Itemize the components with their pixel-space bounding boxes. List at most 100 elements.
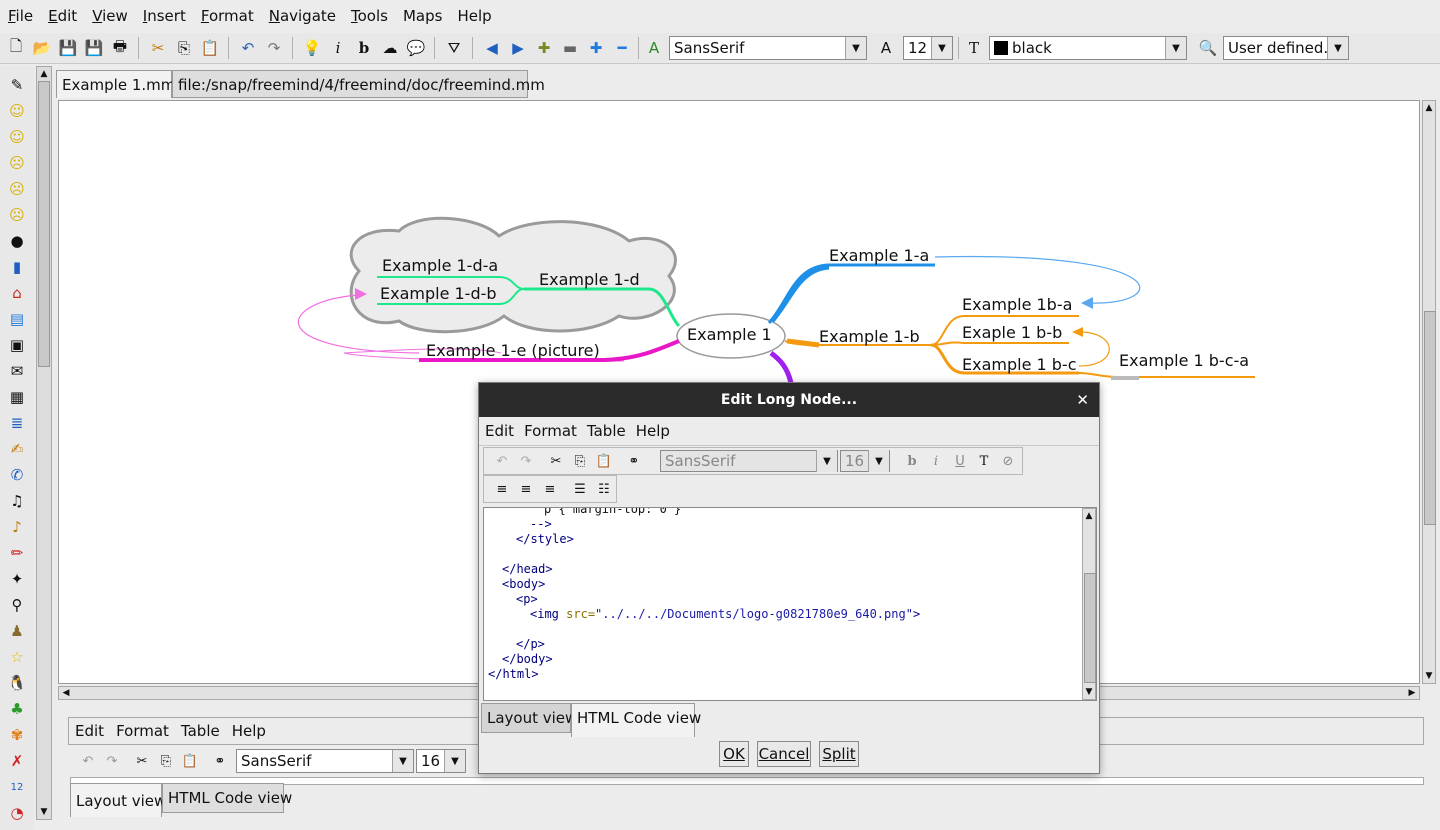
font-family-select[interactable]: SansSerif ▼ [669,36,867,60]
clock-icon[interactable]: ◔ [6,802,28,824]
scroll-down-arrow-icon[interactable]: ▼ [1083,685,1095,699]
align-center-icon[interactable]: ≡ [516,479,536,499]
undo-icon[interactable]: ↶ [237,37,259,59]
smiley-happy-icon[interactable]: ☺ [6,100,28,122]
open-folder-icon[interactable]: 📂 [31,37,53,59]
italic-icon[interactable]: i [926,451,946,471]
paste-icon[interactable]: 📋 [594,451,614,471]
arrow-right-icon[interactable]: ▶ [507,37,529,59]
menu-file[interactable]: File [0,7,40,25]
menu-tools[interactable]: Tools [343,7,395,25]
bullet-list-icon[interactable]: ☰ [570,479,590,499]
note-font-family-select[interactable]: SansSerif ▼ [236,749,414,773]
note-font-size-select[interactable]: 16 ▼ [416,749,466,773]
scroll-down-arrow-icon[interactable]: ▼ [1423,669,1435,683]
paste-icon[interactable]: 📋 [180,751,200,771]
redo-icon[interactable]: ↷ [263,37,285,59]
filter-icon[interactable]: ⛛ [443,37,465,59]
code-editor-scrollbar[interactable]: ▲ ▼ [1082,508,1096,700]
menu-insert[interactable]: Insert [135,7,193,25]
bomb-icon[interactable]: ● [6,230,28,252]
scroll-thumb[interactable] [38,81,50,367]
dialog-menu-edit[interactable]: Edit [479,422,519,440]
cloud-icon[interactable]: ☁ [379,37,401,59]
split-button[interactable]: Split [819,741,859,767]
cancel-button[interactable]: Cancel [757,741,811,767]
dialog-menu-help[interactable]: Help [631,422,675,440]
undo-icon[interactable]: ↶ [492,451,512,471]
node-1db[interactable]: Example 1-d-b [380,284,497,303]
book-icon[interactable]: ▮ [6,256,28,278]
paste-icon[interactable]: 📋 [199,37,221,59]
redo-icon[interactable]: ↷ [516,451,536,471]
cut-icon[interactable]: ✂ [147,37,169,59]
dialog-font-family-select[interactable]: SansSerif ▼ [660,450,838,472]
butterfly-icon[interactable]: ✾ [6,724,28,746]
menu-format[interactable]: Format [193,7,261,25]
clover-icon[interactable]: ♣ [6,698,28,720]
trumpet-icon[interactable]: ♪ [6,516,28,538]
smiley-oh-icon[interactable]: ☹ [6,152,28,174]
color-select[interactable]: black ▼ [989,36,1187,60]
font-size-select[interactable]: 12 ▼ [903,36,953,60]
dialog-title-bar[interactable]: Edit Long Node... [479,383,1099,417]
pencil-icon[interactable]: ✏ [6,542,28,564]
tab-example-1[interactable]: Example 1.mm* [56,70,183,98]
chevron-down-icon[interactable]: ▼ [845,37,866,59]
underline-icon[interactable]: U [950,451,970,471]
magnifier-icon[interactable]: ⚲ [6,594,28,616]
smiley-neutral-icon[interactable]: ☺ [6,126,28,148]
find-binoculars-icon[interactable]: ⚭ [624,451,644,471]
chess-pawn-icon[interactable]: ♟ [6,620,28,642]
magic-wand-icon[interactable]: ✦ [6,568,28,590]
node-1bca[interactable]: Example 1 b-c-a [1119,351,1249,370]
node-1bc[interactable]: Example 1 b-c [962,355,1077,374]
undo-icon[interactable]: ↶ [78,751,98,771]
menu-edit[interactable]: Edit [40,7,84,25]
note-tab-html-code-view[interactable]: HTML Code view [162,783,292,813]
copy-icon[interactable]: ⎘ [570,451,590,471]
linux-penguin-icon[interactable]: 🐧 [6,672,28,694]
node-1a[interactable]: Example 1-a [829,246,929,265]
dialog-menu-table[interactable]: Table [582,422,631,440]
dialog-menu-format[interactable]: Format [519,422,582,440]
save-as-icon[interactable]: 💾 [83,37,105,59]
smiley-bad-icon[interactable]: ☹ [6,178,28,200]
menu-navigate[interactable]: Navigate [261,7,343,25]
italic-icon[interactable]: i [327,37,349,59]
note-menu-edit[interactable]: Edit [69,722,110,740]
align-right-icon[interactable]: ≡ [540,479,560,499]
home-icon[interactable]: ⌂ [6,282,28,304]
chevron-down-icon[interactable]: ▼ [1165,37,1186,59]
scroll-thumb[interactable] [1084,573,1096,683]
note-menu-help[interactable]: Help [226,722,272,740]
envelope-icon[interactable]: ✉ [6,360,28,382]
canvas-vertical-scrollbar[interactable]: ▲ ▼ [1422,100,1436,684]
numbered-list-icon[interactable]: ☷ [594,479,614,499]
tab-freemind-doc[interactable]: file:/snap/freemind/4/freemind/doc/freem… [172,70,545,98]
find-binoculars-icon[interactable]: ⚭ [210,751,230,771]
print-icon[interactable]: 🖶 [109,37,131,59]
redo-icon[interactable]: ↷ [102,751,122,771]
arrow-left-icon[interactable]: ◀ [481,37,503,59]
pin-icon[interactable]: ✎ [6,74,28,96]
close-icon[interactable]: ✕ [1076,391,1089,409]
desktop-icon[interactable]: ▦ [6,386,28,408]
phone-icon[interactable]: ✆ [6,464,28,486]
plus-icon[interactable]: ✚ [533,37,555,59]
chevron-down-icon[interactable]: ▼ [1327,37,1348,59]
chevron-down-icon[interactable]: ▼ [392,750,413,772]
dialog-tab-layout-view[interactable]: Layout view [481,703,577,733]
scroll-up-arrow-icon[interactable]: ▲ [1083,509,1095,523]
dialog-tab-html-code-view[interactable]: HTML Code view [571,703,701,737]
new-file-icon[interactable]: 🗋 [5,37,27,59]
scroll-left-arrow-icon[interactable]: ◀ [59,687,73,699]
scroll-up-arrow-icon[interactable]: ▲ [37,67,51,81]
edit-note-icon[interactable]: ✍ [6,438,28,460]
zoom-out-minus-icon[interactable]: ━ [611,37,633,59]
node-1d[interactable]: Example 1-d [539,270,640,289]
scroll-thumb[interactable] [1424,311,1436,525]
zoom-select[interactable]: User defined. ▼ [1223,36,1349,60]
note-tab-layout-view[interactable]: Layout view [70,783,166,817]
note-menu-format[interactable]: Format [110,722,175,740]
